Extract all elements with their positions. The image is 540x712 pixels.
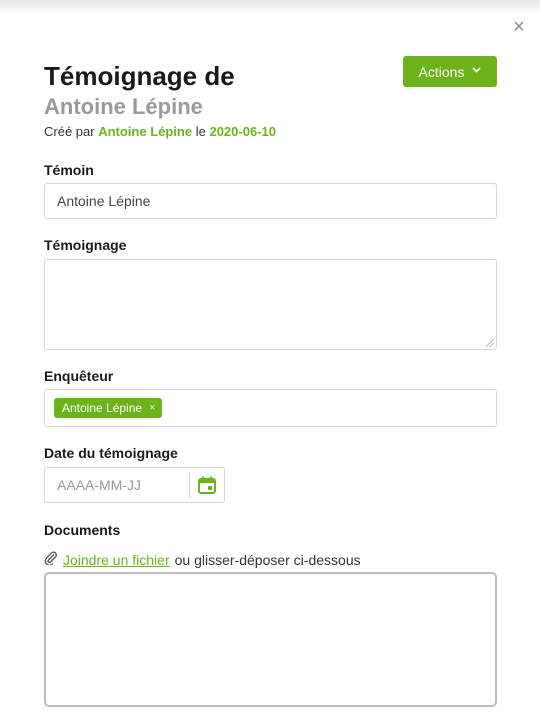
investigator-tag: Antoine Lépine × xyxy=(54,398,162,418)
created-prefix: Créé par xyxy=(44,124,95,139)
paperclip-icon xyxy=(44,551,58,568)
date-label: Date du témoignage xyxy=(44,445,178,461)
documents-dropzone[interactable] xyxy=(44,572,497,707)
witness-field[interactable]: Antoine Lépine xyxy=(44,183,497,219)
date-field[interactable]: AAAA-MM-JJ xyxy=(44,467,225,503)
created-date: 2020-06-10 xyxy=(209,124,276,139)
created-by: Antoine Lépine xyxy=(98,124,193,139)
top-shadow xyxy=(0,0,540,14)
remove-tag-icon[interactable]: × xyxy=(149,402,155,414)
created-info: Créé par Antoine Lépine le 2020-06-10 xyxy=(44,124,497,139)
attach-suffix: ou glisser-déposer ci-dessous xyxy=(174,551,361,568)
testimony-label: Témoignage xyxy=(44,237,127,253)
resize-handle-icon[interactable] xyxy=(486,339,494,347)
testimony-panel: Actions Témoignage de Antoine Lépine Cré… xyxy=(44,56,497,707)
investigator-select[interactable]: Antoine Lépine × xyxy=(44,389,497,427)
created-mid: le xyxy=(195,124,206,139)
investigator-tag-label: Antoine Lépine xyxy=(62,401,143,415)
calendar-icon[interactable] xyxy=(190,467,224,503)
investigator-label: Enquêteur xyxy=(44,368,114,384)
attach-file-link[interactable]: Joindre un fichier xyxy=(63,552,170,568)
chevron-down-icon xyxy=(472,65,482,76)
witness-value: Antoine Lépine xyxy=(57,193,151,209)
close-icon[interactable]: × xyxy=(510,17,528,37)
actions-button[interactable]: Actions xyxy=(403,56,497,87)
witness-label: Témoin xyxy=(44,162,94,178)
testimony-textarea[interactable] xyxy=(44,259,497,350)
actions-button-label: Actions xyxy=(418,63,465,80)
date-input[interactable]: AAAA-MM-JJ xyxy=(45,477,189,493)
documents-label: Documents xyxy=(44,522,121,538)
attach-line: Joindre un fichier ou glisser-déposer ci… xyxy=(44,551,361,568)
page-subtitle: Antoine Lépine xyxy=(44,94,203,119)
